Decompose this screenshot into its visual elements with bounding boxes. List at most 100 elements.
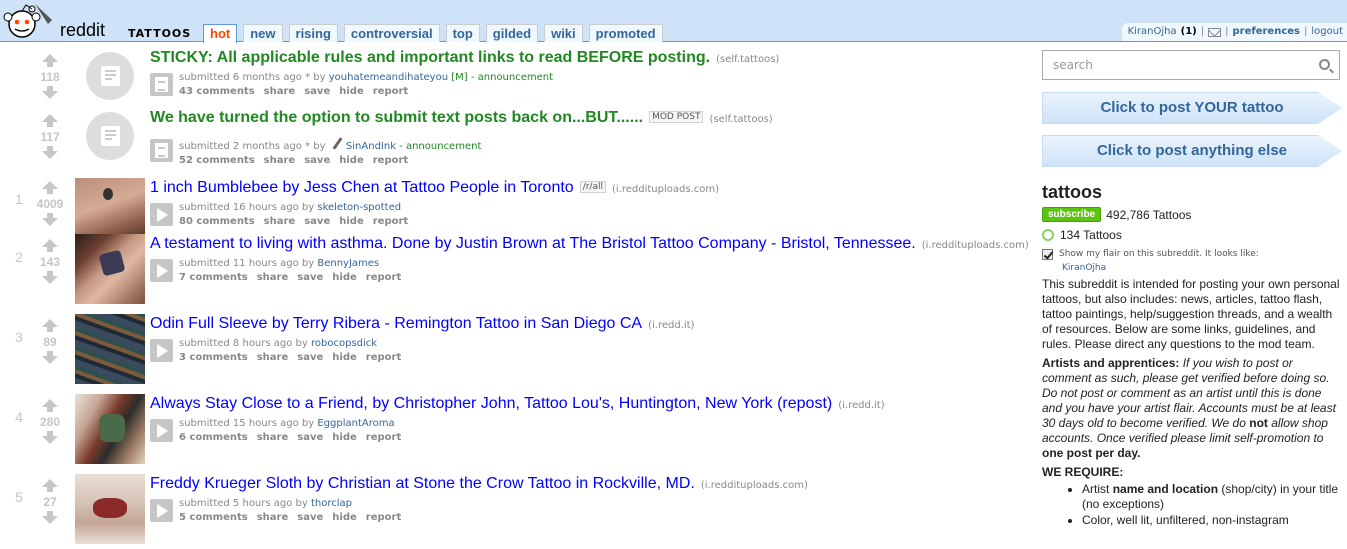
share-button[interactable]: share [264,155,296,166]
downvote-arrow-icon[interactable] [42,511,58,524]
hide-button[interactable]: hide [332,432,357,443]
post-title[interactable]: Freddy Krueger Sloth by Christian at Sto… [150,475,695,492]
subreddit-name[interactable]: TATTOOS [128,27,191,40]
upvote-arrow-icon[interactable] [42,399,58,412]
post-tattoo-button[interactable]: Click to post YOUR tattoo [1042,92,1342,124]
tab-controversial[interactable]: controversial [343,24,440,42]
post-title[interactable]: STICKY: All applicable rules and importa… [150,49,710,66]
hide-button[interactable]: hide [332,272,357,283]
comments-link[interactable]: 6 comments [179,432,248,443]
downvote-arrow-icon[interactable] [42,146,58,159]
save-button[interactable]: save [297,512,323,523]
sidebar-title[interactable]: tattoos [1042,182,1342,203]
tab-new[interactable]: new [243,24,283,42]
upvote-arrow-icon[interactable] [42,54,58,67]
expando-text-icon[interactable] [150,139,173,162]
comments-link[interactable]: 3 comments [179,352,248,363]
logout-link[interactable]: logout [1311,23,1343,41]
comments-link[interactable]: 80 comments [179,216,255,227]
tab-hot[interactable]: hot [203,24,238,43]
share-button[interactable]: share [264,216,296,227]
tab-top[interactable]: top [445,24,480,42]
share-button[interactable]: share [257,272,289,283]
post-domain[interactable]: (i.reddituploads.com) [701,480,808,491]
hide-button[interactable]: hide [332,352,357,363]
save-button[interactable]: save [297,272,323,283]
downvote-arrow-icon[interactable] [42,86,58,99]
post-domain[interactable]: (self.tattoos) [709,114,772,125]
comments-link[interactable]: 5 comments [179,512,248,523]
post-thumbnail[interactable] [75,394,145,464]
comments-link[interactable]: 43 comments [179,86,255,97]
username-link[interactable]: KiranOjha [1128,23,1177,41]
post-domain[interactable]: (i.redd.it) [838,400,884,411]
subscribe-button[interactable]: subscribe [1042,207,1102,222]
post-title[interactable]: Always Stay Close to a Friend, by Christ… [150,395,832,412]
upvote-arrow-icon[interactable] [42,114,58,127]
post-title[interactable]: Odin Full Sleeve by Terry Ribera - Remin… [150,315,642,332]
downvote-arrow-icon[interactable] [42,351,58,364]
save-button[interactable]: save [304,86,330,97]
save-button[interactable]: save [304,155,330,166]
self-post-thumbnail-icon[interactable] [86,52,134,100]
downvote-arrow-icon[interactable] [42,213,58,226]
mail-icon[interactable] [1208,27,1222,37]
expando-play-icon[interactable] [150,259,173,282]
post-title[interactable]: We have turned the option to submit text… [150,109,643,126]
post-author[interactable]: robocopsdick [311,338,377,349]
share-button[interactable]: share [257,432,289,443]
reddit-logo[interactable]: reddit [0,0,122,42]
tab-rising[interactable]: rising [288,24,338,42]
preferences-link[interactable]: preferences [1233,23,1301,41]
expando-play-icon[interactable] [150,419,173,442]
expando-play-icon[interactable] [150,203,173,226]
post-author[interactable]: BennyJames [317,258,379,269]
hide-button[interactable]: hide [332,512,357,523]
post-domain[interactable]: (i.redd.it) [648,320,694,331]
hide-button[interactable]: hide [339,86,364,97]
report-button[interactable]: report [366,432,401,443]
hide-button[interactable]: hide [339,155,364,166]
save-button[interactable]: save [304,216,330,227]
expando-play-icon[interactable] [150,499,173,522]
tab-gilded[interactable]: gilded [485,24,539,42]
upvote-arrow-icon[interactable] [42,239,58,252]
post-domain[interactable]: (self.tattoos) [716,54,779,65]
expando-play-icon[interactable] [150,339,173,362]
search-input[interactable] [1043,51,1313,79]
post-author[interactable]: youhatemeandihateyou [329,72,448,83]
upvote-arrow-icon[interactable] [42,181,58,194]
report-button[interactable]: report [373,216,408,227]
report-button[interactable]: report [366,512,401,523]
save-button[interactable]: save [297,352,323,363]
post-title[interactable]: A testament to living with asthma. Done … [150,235,916,252]
tab-promoted[interactable]: promoted [588,24,663,42]
upvote-arrow-icon[interactable] [42,319,58,332]
expando-text-icon[interactable] [150,73,173,96]
post-author[interactable]: SinAndInk [346,141,396,152]
show-flair-checkbox[interactable] [1042,249,1053,260]
downvote-arrow-icon[interactable] [42,431,58,444]
share-button[interactable]: share [264,86,296,97]
share-button[interactable]: share [257,352,289,363]
tab-wiki[interactable]: wiki [544,24,583,42]
post-anything-button[interactable]: Click to post anything else [1042,135,1342,167]
upvote-arrow-icon[interactable] [42,479,58,492]
search-icon[interactable] [1319,59,1330,70]
report-button[interactable]: report [373,155,408,166]
downvote-arrow-icon[interactable] [42,271,58,284]
comments-link[interactable]: 52 comments [179,155,255,166]
share-button[interactable]: share [257,512,289,523]
post-title[interactable]: 1 inch Bumblebee by Jess Chen at Tattoo … [150,179,574,196]
self-post-thumbnail-icon[interactable] [86,112,134,160]
report-button[interactable]: report [373,86,408,97]
report-button[interactable]: report [366,352,401,363]
save-button[interactable]: save [297,432,323,443]
flair-preview-user[interactable]: KiranOjha [1062,263,1342,273]
report-button[interactable]: report [366,272,401,283]
post-thumbnail[interactable] [75,314,145,384]
post-thumbnail[interactable] [75,474,145,544]
post-author[interactable]: skeleton-spotted [317,202,401,213]
post-domain[interactable]: (i.reddituploads.com) [922,240,1029,251]
hide-button[interactable]: hide [339,216,364,227]
